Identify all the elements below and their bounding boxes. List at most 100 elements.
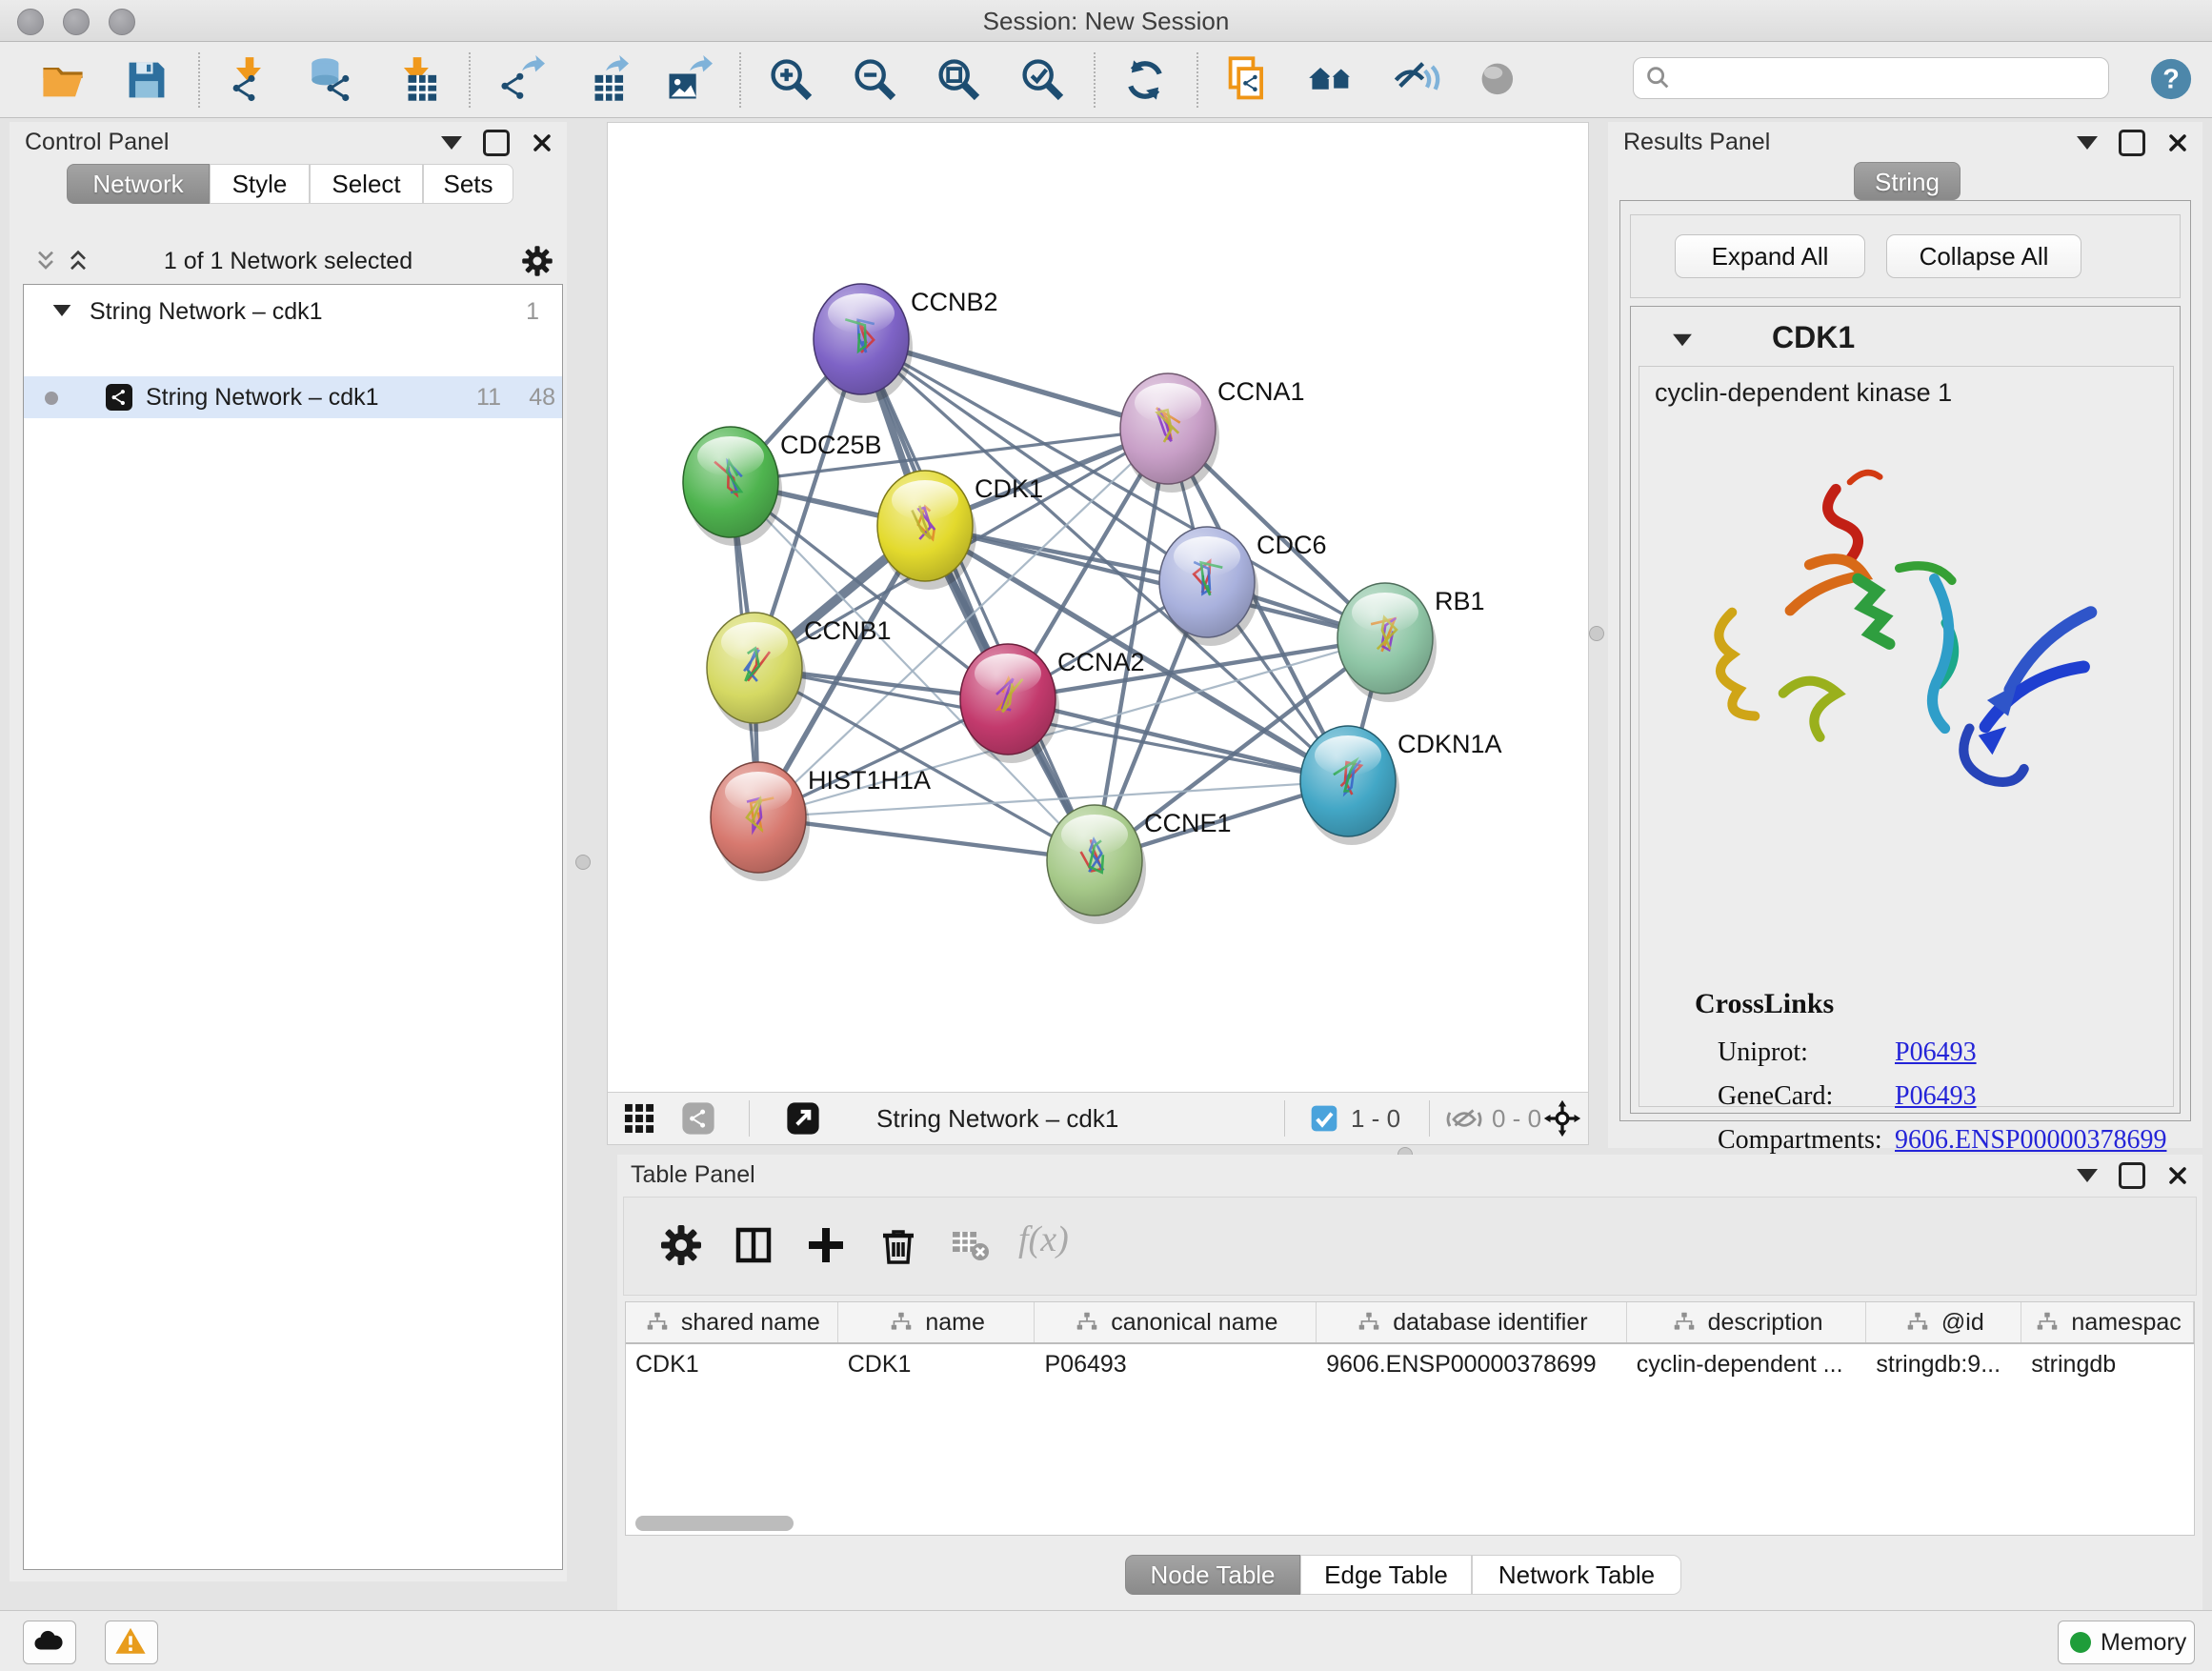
network-node-HIST1H1A[interactable]: HIST1H1A <box>711 762 931 881</box>
warnings-button[interactable] <box>105 1621 158 1664</box>
memory-button[interactable]: Memory <box>2058 1621 2195 1664</box>
export-image-icon[interactable] <box>663 55 713 105</box>
open-file-icon[interactable] <box>38 55 88 105</box>
save-session-icon[interactable] <box>122 55 171 105</box>
control-panel: Control Panel NetworkStyleSelectSets 1 o… <box>10 122 567 1581</box>
tab-select[interactable]: Select <box>310 164 423 204</box>
crosslink-label: GeneCard: <box>1718 1081 1833 1112</box>
crosslink-label: Compartments: <box>1718 1125 1882 1156</box>
zoom-out-icon[interactable] <box>850 55 899 105</box>
gear-icon[interactable] <box>658 1222 704 1268</box>
tab-network-table[interactable]: Network Table <box>1472 1555 1681 1595</box>
fit-content-icon[interactable] <box>1543 1099 1581 1137</box>
network-row-selected[interactable]: String Network – cdk1 11 48 <box>24 376 562 418</box>
zoom-selected-icon[interactable] <box>1017 55 1067 105</box>
cloud-button[interactable] <box>23 1621 76 1664</box>
column-header-namespac[interactable]: namespac <box>2021 1302 2194 1342</box>
cloud-icon <box>30 1625 67 1658</box>
network-tree: String Network – cdk1 1 String Network –… <box>23 284 563 1570</box>
network-canvas[interactable]: CCNB2CCNA1CDC25BCDK1CDC6RB1CCNB1CCNA2CDK… <box>608 123 1588 1093</box>
network-node-CDKN1A[interactable]: CDKN1A <box>1300 726 1502 845</box>
panel-menu-icon[interactable] <box>2077 1169 2098 1182</box>
table-row[interactable]: CDK1CDK1P064939606.ENSP00000378699cyclin… <box>626 1344 2194 1384</box>
selected-checkbox-icon[interactable] <box>1309 1103 1339 1134</box>
delete-table-icon[interactable] <box>948 1222 994 1268</box>
vertical-splitter-handle-right[interactable] <box>1589 626 1604 641</box>
network-collection-row[interactable]: String Network – cdk1 1 <box>24 291 562 332</box>
zoom-fit-icon[interactable] <box>934 55 983 105</box>
vertical-splitter-handle-left[interactable] <box>575 855 591 870</box>
node-label-CCNB2: CCNB2 <box>911 288 998 316</box>
edge-count: 48 <box>512 384 555 412</box>
panel-close-icon[interactable] <box>531 131 553 154</box>
collection-expander-icon[interactable] <box>53 305 71 316</box>
export-table-icon[interactable] <box>579 55 629 105</box>
network-node-CCNE1[interactable]: CCNE1 <box>1047 805 1232 924</box>
collapse-all-button[interactable]: Collapse All <box>1886 234 2081 278</box>
network-node-RB1[interactable]: RB1 <box>1337 583 1485 702</box>
grid-view-icon[interactable] <box>621 1100 657 1137</box>
network-options-gear-icon[interactable] <box>520 244 554 278</box>
results-panel-title: Results Panel <box>1623 129 1770 156</box>
table-cell: stringdb <box>2021 1351 2194 1379</box>
panel-float-icon[interactable] <box>2119 1162 2145 1189</box>
node-count: 11 <box>457 384 501 412</box>
panel-float-icon[interactable] <box>2119 130 2145 156</box>
import-network-from-file-icon[interactable] <box>225 55 274 105</box>
show-graphics-details-icon[interactable] <box>1475 55 1524 105</box>
help-button[interactable]: ? <box>2149 57 2193 101</box>
fx-builder-icon[interactable]: f(x) <box>1018 1218 1069 1260</box>
open-in-browser-icon[interactable] <box>785 1100 821 1137</box>
network-node-CCNA2[interactable]: CCNA2 <box>960 644 1145 763</box>
tab-edge-table[interactable]: Edge Table <box>1300 1555 1472 1595</box>
column-header-shared-name[interactable]: shared name <box>626 1302 838 1342</box>
panel-menu-icon[interactable] <box>441 136 462 150</box>
tab-network[interactable]: Network <box>67 164 210 204</box>
column-header-name[interactable]: name <box>838 1302 1036 1342</box>
network-node-CDC6[interactable]: CDC6 <box>1159 527 1327 646</box>
columns-icon[interactable] <box>731 1222 776 1268</box>
show-all-networks-icon[interactable] <box>1307 55 1357 105</box>
import-table-from-file-icon[interactable] <box>392 55 442 105</box>
duplicate-network-icon[interactable] <box>1223 55 1273 105</box>
panel-close-icon[interactable] <box>2166 131 2189 154</box>
add-icon[interactable] <box>803 1222 849 1268</box>
tab-sets[interactable]: Sets <box>423 164 513 204</box>
column-header-database-identifier[interactable]: database identifier <box>1317 1302 1627 1342</box>
hidden-eye-icon[interactable] <box>1446 1101 1482 1137</box>
panel-close-icon[interactable] <box>2166 1164 2189 1187</box>
table-toolbar: f(x) <box>623 1197 2197 1296</box>
search-icon <box>1643 64 1672 92</box>
column-header-canonical-name[interactable]: canonical name <box>1035 1302 1317 1342</box>
attribute-icon <box>1670 1310 1699 1335</box>
node-label-CDC25B: CDC25B <box>780 431 882 459</box>
panel-menu-icon[interactable] <box>2077 136 2098 150</box>
birdseye-view-icon[interactable] <box>680 1100 716 1137</box>
delete-icon[interactable] <box>875 1222 921 1268</box>
export-network-icon[interactable] <box>495 55 545 105</box>
crosslink-link[interactable]: 9606.ENSP00000378699 <box>1895 1125 2166 1156</box>
crosslink-link[interactable]: P06493 <box>1895 1081 1977 1112</box>
horizontal-scrollbar[interactable] <box>635 1516 794 1531</box>
network-node-CCNA1[interactable]: CCNA1 <box>1120 373 1305 493</box>
zoom-in-icon[interactable] <box>766 55 815 105</box>
column-header-@id[interactable]: @id <box>1866 1302 2021 1342</box>
column-header-description[interactable]: description <box>1627 1302 1867 1342</box>
toolbar-separator <box>469 52 471 108</box>
search-input[interactable] <box>1672 64 2099 92</box>
panel-float-icon[interactable] <box>483 130 510 156</box>
import-network-from-database-icon[interactable] <box>309 55 358 105</box>
protein-expander-icon[interactable] <box>1673 334 1692 347</box>
refresh-network-icon[interactable] <box>1120 55 1170 105</box>
memory-label: Memory <box>2101 1629 2186 1657</box>
table-cell: stringdb:9... <box>1866 1351 2021 1379</box>
tab-style[interactable]: Style <box>210 164 310 204</box>
expand-all-button[interactable]: Expand All <box>1675 234 1865 278</box>
network-node-CCNB2[interactable]: CCNB2 <box>814 284 998 403</box>
crosslink-link[interactable]: P06493 <box>1895 1037 1977 1068</box>
tab-string[interactable]: String <box>1854 162 1961 200</box>
tab-node-table[interactable]: Node Table <box>1125 1555 1300 1595</box>
hide-graphics-details-icon[interactable] <box>1391 55 1440 105</box>
attribute-icon <box>2033 1310 2061 1335</box>
network-node-CDC25B[interactable]: CDC25B <box>683 427 882 546</box>
